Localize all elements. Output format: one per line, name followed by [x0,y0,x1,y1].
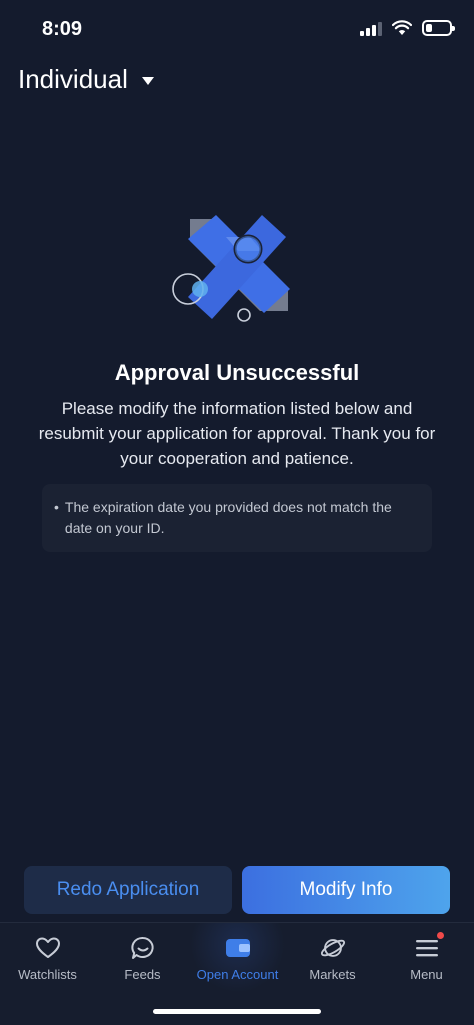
wallet-icon [224,935,252,961]
bullet: • [54,499,59,515]
status-icons [360,20,455,36]
tab-feeds[interactable]: Feeds [95,923,190,993]
redo-application-button[interactable]: Redo Application [24,866,232,914]
wifi-icon [392,20,412,35]
tab-label-markets: Markets [309,967,356,982]
hamburger-menu-icon [413,932,444,961]
account-type-label: Individual [18,64,128,94]
tab-watchlists[interactable]: Watchlists [0,923,95,993]
tab-menu[interactable]: Menu [379,923,474,993]
chat-bubble-icon [129,935,157,961]
tab-label-watchlists: Watchlists [18,967,77,982]
result-message: Please modify the information listed bel… [38,399,436,468]
battery-icon [422,20,455,36]
failed-x-illustration [172,215,290,322]
tab-label-open-account: Open Account [196,967,279,982]
account-type-dropdown[interactable]: Individual [18,64,154,95]
tab-open-account[interactable]: Open Account [190,923,285,993]
rejection-reason-text: The expiration date you provided does no… [64,499,392,536]
status-time: 8:09 [42,18,83,40]
heart-icon [34,935,62,961]
rejection-reasons-box: • The expiration date you provided does … [42,484,432,552]
planet-icon [319,935,347,961]
notification-badge [436,932,444,939]
home-indicator[interactable] [153,1009,321,1014]
screen: 8:09 Individual Approval Unsuccessful Pl… [0,0,474,1025]
result-title: Approval Unsuccessful [114,360,360,385]
modify-info-button[interactable]: Modify Info [242,866,450,914]
rejection-reason: • The expiration date you provided does … [54,497,418,539]
tab-label-menu: Menu [410,967,443,982]
caret-down-icon [141,76,154,85]
status-bar: 8:09 [0,0,474,60]
signal-icon [360,20,382,36]
tab-label-feeds: Feeds [124,967,161,982]
tab-markets[interactable]: Markets [285,923,380,993]
